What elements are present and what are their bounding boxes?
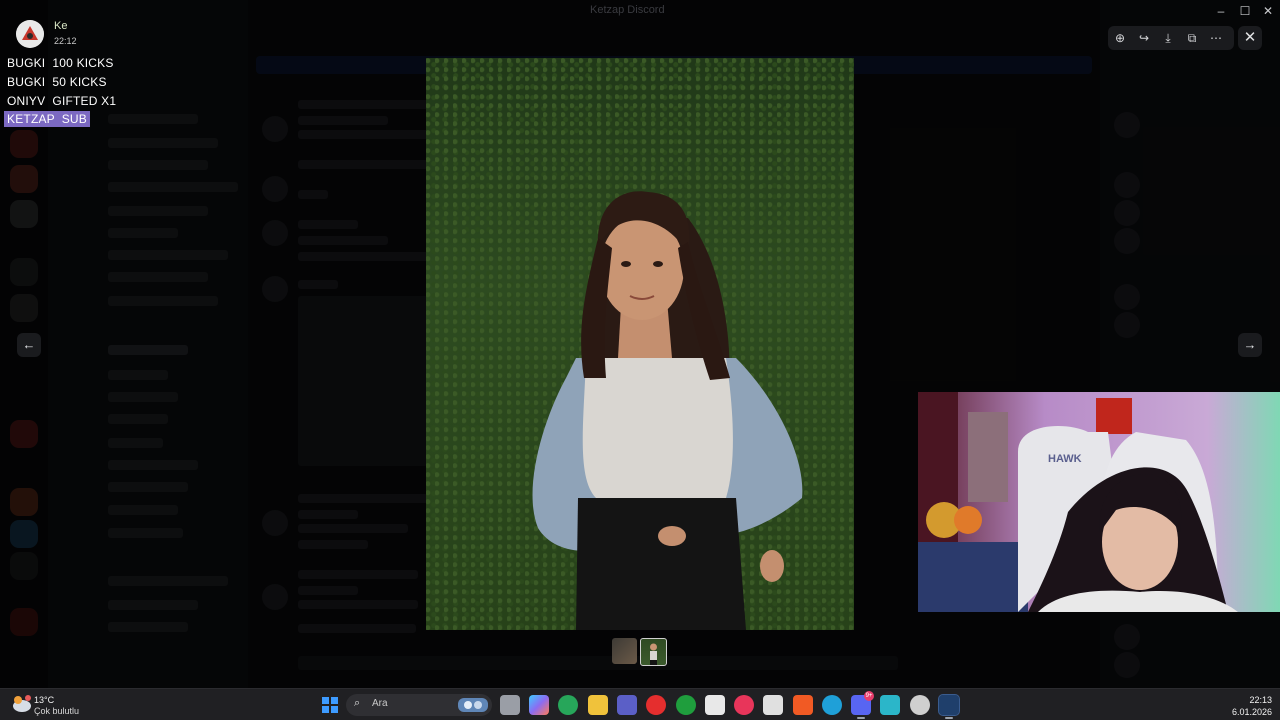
file-explorer-icon[interactable]	[588, 695, 608, 715]
taskbar: 13°C Çok bulutlu ⌕ Ara 9+ 22:13 6.01.202…	[0, 688, 1280, 720]
weather-temperature: 13°C	[34, 695, 55, 705]
previous-image-button[interactable]: ←	[17, 333, 41, 357]
thumbnail-person-icon	[650, 643, 657, 665]
task-view-icon[interactable]	[500, 695, 520, 715]
open-external-icon[interactable]: ⧉	[1184, 30, 1200, 46]
store-icon[interactable]	[705, 695, 725, 715]
xbox-icon[interactable]	[676, 695, 696, 715]
media-player-icon[interactable]	[734, 695, 754, 715]
search-input[interactable]: ⌕ Ara	[346, 694, 492, 716]
weather-description: Çok bulutlu	[34, 706, 80, 716]
brave-icon[interactable]	[793, 695, 813, 715]
gaming-app-icon[interactable]	[558, 695, 578, 715]
streamer-logo-icon	[16, 20, 44, 48]
thumbnail-selected[interactable]	[640, 638, 667, 666]
webcam-feed: HAWK	[918, 392, 1280, 612]
alert-line: BUGKI 50 KICKS	[7, 75, 107, 89]
zoom-in-icon[interactable]: ⊕	[1112, 30, 1128, 46]
system-clock[interactable]: 22:13 6.01.2026	[1232, 694, 1272, 718]
download-icon[interactable]: ⤓	[1160, 30, 1176, 46]
active-app-indicator	[857, 717, 865, 719]
viewer-close-button[interactable]: ✕	[1238, 26, 1262, 50]
obs-icon[interactable]	[910, 695, 930, 715]
more-icon[interactable]: ⋯	[1208, 30, 1224, 46]
window-close-button[interactable]: ✕	[1260, 3, 1276, 19]
clock-time: 22:13	[1249, 695, 1272, 705]
steam-icon[interactable]	[938, 694, 960, 716]
discord-notification-badge: 9+	[864, 691, 874, 701]
thumbnail[interactable]	[612, 638, 637, 664]
search-highlight-icon	[458, 698, 488, 712]
weather-widget[interactable]: 13°C Çok bulutlu	[10, 693, 110, 717]
window-title: Ketzap Discord	[590, 4, 665, 16]
alert-line: BUGKI 100 KICKS	[7, 56, 114, 70]
forward-icon[interactable]: ↪	[1136, 30, 1152, 46]
thumbnail-strip	[612, 638, 667, 666]
alert-profile-time: 22:12	[54, 36, 77, 46]
person-photo	[532, 191, 803, 630]
windows-start-icon[interactable]	[320, 695, 340, 715]
screen: Ketzap Discord – ☐ ✕ ⊕ ↪ ⤓ ⧉ ⋯ ✕ ← → Ke …	[0, 0, 1280, 720]
opera-icon[interactable]	[646, 695, 666, 715]
window-title-bar: Ketzap Discord – ☐ ✕	[0, 0, 1280, 22]
cloud-icon	[13, 695, 31, 712]
search-placeholder: Ara	[372, 698, 388, 709]
photos-icon[interactable]	[880, 695, 900, 715]
alert-line: ONIYV GIFTED X1	[7, 94, 117, 108]
copilot-icon[interactable]	[529, 695, 549, 715]
viewer-toolbar: ⊕ ↪ ⤓ ⧉ ⋯	[1108, 26, 1234, 50]
viewed-image[interactable]	[426, 58, 854, 630]
clock-date: 6.01.2026	[1231, 707, 1272, 717]
webcam-overlay: HAWK	[918, 392, 1280, 612]
svg-text:HAWK: HAWK	[1048, 453, 1082, 465]
search-icon: ⌕	[354, 697, 361, 709]
minimize-button[interactable]: –	[1213, 3, 1229, 19]
sticky-app-icon[interactable]	[763, 695, 783, 715]
edge-icon[interactable]	[822, 695, 842, 715]
teams-icon[interactable]	[617, 695, 637, 715]
next-image-button[interactable]: →	[1238, 333, 1262, 357]
active-app-indicator	[945, 717, 953, 719]
maximize-button[interactable]: ☐	[1237, 3, 1253, 19]
alert-profile-name: Ke	[54, 20, 68, 32]
alert-line-highlighted: KETZAP SUB	[4, 111, 91, 127]
alert-profile: Ke 22:12	[16, 18, 166, 50]
